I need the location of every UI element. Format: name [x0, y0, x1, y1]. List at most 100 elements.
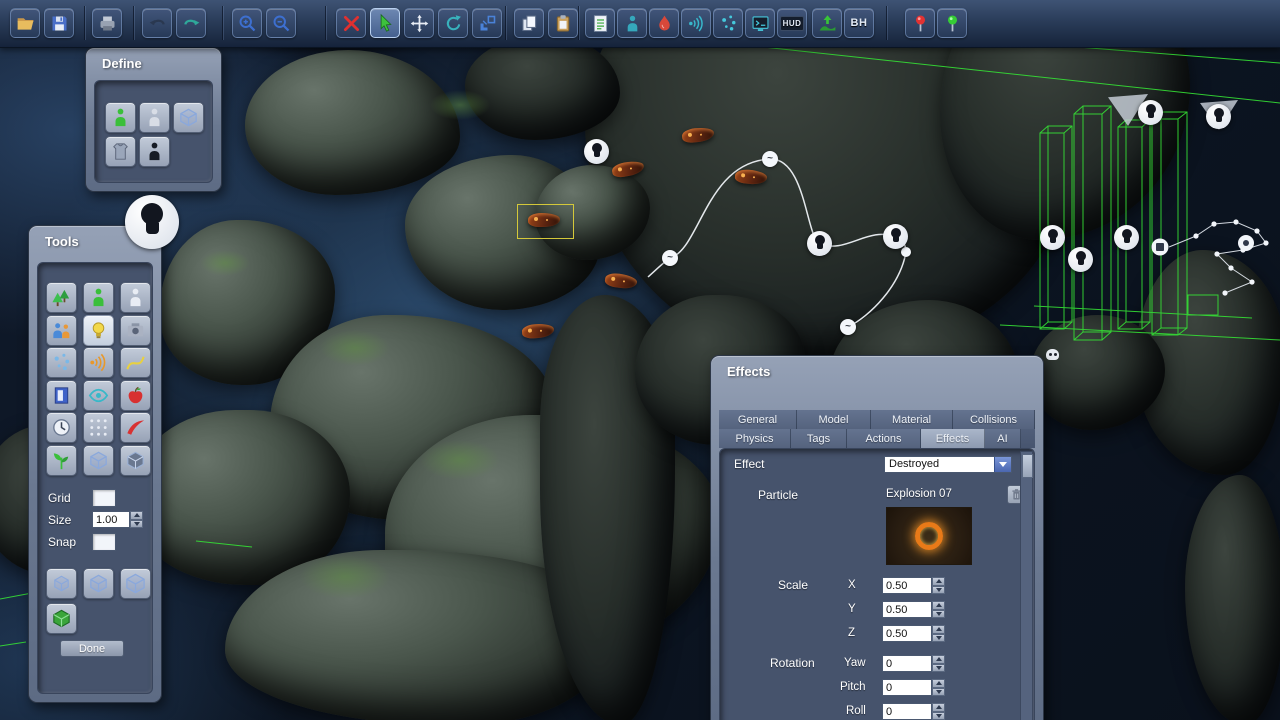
- done-button[interactable]: Done: [60, 640, 124, 657]
- tool-person-green-button[interactable]: [83, 282, 114, 313]
- scale-x-input[interactable]: [882, 577, 932, 594]
- light-marker[interactable]: [883, 224, 908, 249]
- light-marker[interactable]: [807, 231, 832, 256]
- stepper-up-icon[interactable]: [932, 703, 945, 712]
- ship-object[interactable]: [604, 272, 638, 290]
- rotation-roll-input[interactable]: [882, 703, 932, 720]
- stepper-down-icon[interactable]: [932, 664, 945, 673]
- green-marker-button[interactable]: [937, 8, 967, 38]
- stepper-up-icon[interactable]: [932, 655, 945, 664]
- define-cube-button[interactable]: [173, 102, 204, 133]
- stepper-down-icon[interactable]: [932, 586, 945, 595]
- scale-tool-button[interactable]: [472, 8, 502, 38]
- grid-checkbox[interactable]: [92, 489, 116, 507]
- cube-wire-medium-button[interactable]: [83, 568, 114, 599]
- light-marker[interactable]: [1040, 225, 1065, 250]
- undo-button[interactable]: [142, 8, 172, 38]
- tab-model[interactable]: Model: [797, 410, 871, 429]
- rotation-yaw-input[interactable]: [882, 655, 932, 672]
- skull-marker[interactable]: [1046, 349, 1059, 360]
- tool-light-button[interactable]: [83, 315, 114, 346]
- behavior-button[interactable]: BH: [844, 8, 874, 38]
- light-marker[interactable]: [584, 139, 609, 164]
- waypoint-node[interactable]: ~: [662, 250, 678, 266]
- define-person-gray-button[interactable]: [139, 102, 170, 133]
- waypoint-node[interactable]: ~: [840, 319, 856, 335]
- tool-plant-button[interactable]: [46, 445, 77, 476]
- tab-tags[interactable]: Tags: [791, 429, 847, 448]
- tool-cube-slope-button[interactable]: [120, 445, 151, 476]
- script-list-button[interactable]: [585, 8, 615, 38]
- tool-brush-button[interactable]: [120, 412, 151, 443]
- stepper-up-icon[interactable]: [932, 679, 945, 688]
- tool-apple-button[interactable]: [120, 380, 151, 411]
- rotation-roll-stepper[interactable]: [932, 703, 945, 720]
- cube-green-button[interactable]: [46, 603, 77, 634]
- size-stepper[interactable]: [130, 511, 143, 528]
- publish-button[interactable]: [92, 8, 122, 38]
- red-marker-button[interactable]: [905, 8, 935, 38]
- particles-button[interactable]: [713, 8, 743, 38]
- waypoint-node[interactable]: [901, 247, 911, 257]
- move-tool-button[interactable]: [404, 8, 434, 38]
- stepper-down-icon[interactable]: [932, 634, 945, 643]
- stepper-down-icon[interactable]: [130, 520, 143, 529]
- hud-button[interactable]: HUD: [777, 8, 807, 38]
- scale-z-stepper[interactable]: [932, 625, 945, 642]
- waypoint-node[interactable]: ~: [762, 151, 778, 167]
- particle-preview[interactable]: [886, 507, 972, 565]
- size-input[interactable]: [92, 511, 130, 528]
- tool-camera-group-button[interactable]: [120, 315, 151, 346]
- copy-button[interactable]: [514, 8, 544, 38]
- delete-button[interactable]: [336, 8, 366, 38]
- terrain-raise-button[interactable]: [812, 8, 842, 38]
- tab-ai[interactable]: AI: [985, 429, 1021, 448]
- liquid-button[interactable]: [649, 8, 679, 38]
- light-marker[interactable]: [1114, 225, 1139, 250]
- scale-y-input[interactable]: [882, 601, 932, 618]
- scrollbar-thumb[interactable]: [1022, 454, 1033, 478]
- cube-wire-large-button[interactable]: [120, 568, 151, 599]
- rotation-yaw-stepper[interactable]: [932, 655, 945, 672]
- console-button[interactable]: [745, 8, 775, 38]
- rotation-pitch-input[interactable]: [882, 679, 932, 696]
- dropdown-arrow-icon[interactable]: [994, 457, 1011, 472]
- tool-eye-button[interactable]: [83, 380, 114, 411]
- tab-physics[interactable]: Physics: [719, 429, 791, 448]
- rotation-pitch-stepper[interactable]: [932, 679, 945, 696]
- define-armor-button[interactable]: [105, 136, 136, 167]
- tool-cube-button[interactable]: [83, 445, 114, 476]
- rotate-tool-button[interactable]: [438, 8, 468, 38]
- scale-x-stepper[interactable]: [932, 577, 945, 594]
- snap-checkbox[interactable]: [92, 533, 116, 551]
- light-marker[interactable]: [1206, 104, 1231, 129]
- scale-y-stepper[interactable]: [932, 601, 945, 618]
- stepper-up-icon[interactable]: [932, 625, 945, 634]
- tab-collisions[interactable]: Collisions: [953, 410, 1035, 429]
- sound-button[interactable]: [681, 8, 711, 38]
- effects-scrollbar[interactable]: [1020, 451, 1033, 720]
- stepper-down-icon[interactable]: [932, 688, 945, 697]
- tool-grid-dots-button[interactable]: [83, 412, 114, 443]
- define-person-green-button[interactable]: [105, 102, 136, 133]
- define-figure-button[interactable]: [139, 136, 170, 167]
- zoom-out-button[interactable]: [266, 8, 296, 38]
- cube-wire-small-button[interactable]: [46, 568, 77, 599]
- tab-actions[interactable]: Actions: [847, 429, 921, 448]
- tool-particles-button[interactable]: [46, 347, 77, 378]
- character-button[interactable]: [617, 8, 647, 38]
- scale-z-input[interactable]: [882, 625, 932, 642]
- zoom-in-button[interactable]: [232, 8, 262, 38]
- ship-object[interactable]: [522, 323, 555, 339]
- tab-general[interactable]: General: [719, 410, 797, 429]
- select-tool-button[interactable]: [370, 8, 400, 38]
- tool-people-pair-button[interactable]: [46, 315, 77, 346]
- paste-button[interactable]: [548, 8, 578, 38]
- light-marker[interactable]: [1138, 100, 1163, 125]
- stepper-down-icon[interactable]: [932, 712, 945, 720]
- light-marker[interactable]: [1068, 247, 1093, 272]
- tool-path-button[interactable]: [120, 347, 151, 378]
- tool-person-white-button[interactable]: [120, 282, 151, 313]
- stepper-down-icon[interactable]: [932, 610, 945, 619]
- tool-sound-button[interactable]: [83, 347, 114, 378]
